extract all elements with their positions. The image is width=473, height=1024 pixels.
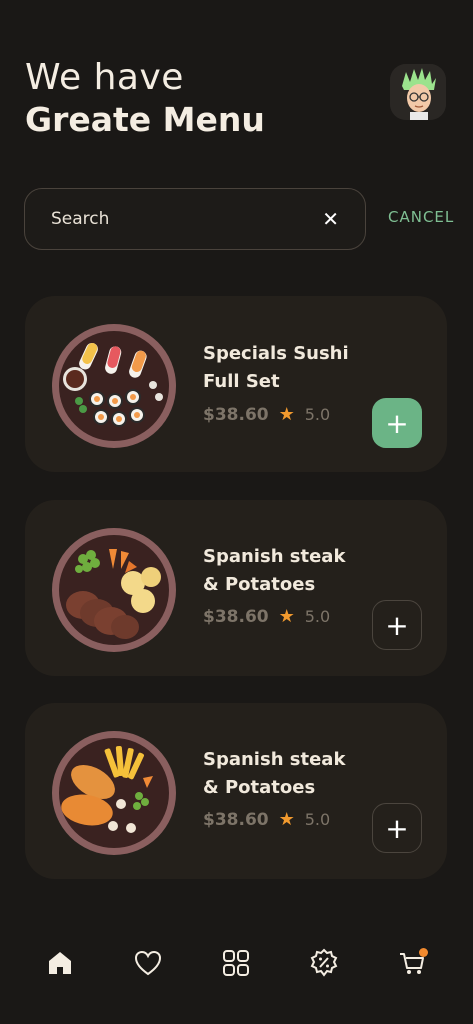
grid-icon[interactable] (221, 948, 251, 978)
add-to-cart-button[interactable]: + (372, 398, 422, 448)
item-name: Specials Sushi Full Set (203, 343, 349, 392)
cancel-button[interactable]: CANCEL (388, 208, 454, 226)
item-price: $38.60 (203, 606, 269, 627)
item-name: Spanish steak & Potatoes (203, 749, 346, 798)
item-price: $38.60 (203, 809, 269, 830)
item-price: $38.60 (203, 404, 269, 425)
price-row: $38.60 ★ 5.0 (203, 809, 330, 830)
menu-card[interactable]: Spanish steak & Potatoes $38.60 ★ 5.0 + (25, 500, 447, 676)
star-icon: ★ (278, 606, 295, 627)
price-row: $38.60 ★ 5.0 (203, 404, 330, 425)
item-rating: 5.0 (304, 405, 331, 424)
menu-card[interactable]: Spanish steak & Potatoes $38.60 ★ 5.0 + (25, 703, 447, 879)
close-icon[interactable]: ✕ (322, 207, 339, 231)
avatar-image (390, 64, 446, 120)
page-header: We have Greate Menu (25, 58, 265, 142)
cart-badge (419, 948, 428, 957)
menu-card[interactable]: Specials Sushi Full Set $38.60 ★ 5.0 + (25, 296, 447, 472)
price-row: $38.60 ★ 5.0 (203, 606, 330, 627)
plus-icon: + (385, 608, 409, 642)
heart-icon[interactable] (133, 948, 163, 978)
bottom-nav (0, 930, 473, 1000)
sushi-plate-image (52, 324, 176, 448)
item-name: Spanish steak & Potatoes (203, 546, 346, 595)
item-rating: 5.0 (304, 810, 331, 829)
star-icon: ★ (278, 404, 295, 425)
chicken-plate-image (52, 731, 176, 855)
steak-plate-image (52, 528, 176, 652)
title-line1: We have (25, 57, 184, 98)
discount-icon[interactable] (309, 948, 339, 978)
plus-icon: + (385, 811, 409, 845)
title-line2: Greate Menu (25, 100, 265, 139)
star-icon: ★ (278, 809, 295, 830)
item-rating: 5.0 (304, 607, 331, 626)
add-to-cart-button[interactable]: + (372, 600, 422, 650)
search-value: Search (51, 209, 110, 229)
search-input[interactable]: Search ✕ (24, 188, 366, 250)
plus-icon: + (385, 406, 409, 440)
avatar[interactable] (390, 64, 446, 120)
add-to-cart-button[interactable]: + (372, 803, 422, 853)
home-icon[interactable] (45, 948, 75, 978)
